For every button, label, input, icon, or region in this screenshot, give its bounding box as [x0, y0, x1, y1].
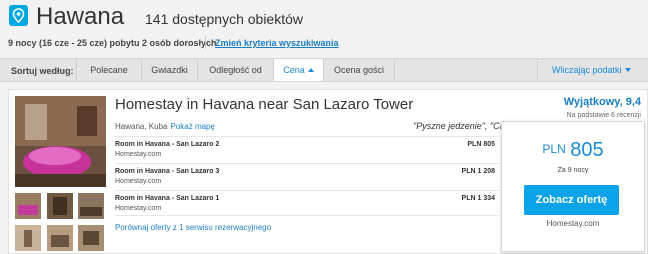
deal-site: Homestay.com — [546, 219, 600, 228]
hotel-name[interactable]: Homestay in Havana near San Lazaro Tower — [115, 96, 413, 113]
offer-name: Room in Havana - San Lazaro 2 — [115, 141, 220, 148]
rating-block[interactable]: Wyjątkowy, 9,4 Na podstawie 6 recenzji — [564, 96, 641, 119]
photo-thumbnail[interactable] — [78, 225, 104, 251]
offer-site: Homestay.com — [115, 151, 162, 158]
chevron-down-icon — [624, 68, 631, 72]
stay-info: 9 nocy (16 cze - 25 cze) pobytu 2 osób d… — [8, 38, 217, 48]
photo-thumbnail[interactable] — [15, 193, 41, 219]
offer-price: PLN 1 208 — [461, 168, 495, 175]
offer-row[interactable]: Room in Havana - San Lazaro 1 Homestay.c… — [115, 190, 499, 216]
sort-option-rating[interactable]: Ocena gości — [323, 59, 395, 81]
hotel-location: Hawana, Kuba Pokaż mapę — [115, 122, 215, 131]
offer-row[interactable]: Room in Havana - San Lazaro 2 Homestay.c… — [115, 136, 499, 162]
sort-option-stars[interactable]: Gwiazdki — [141, 59, 197, 81]
sort-option-distance[interactable]: Odległość od — [197, 59, 273, 81]
view-deal-button[interactable]: Zobacz ofertę — [524, 185, 619, 215]
search-header: Hawana 141 dostępnych obiektów 9 nocy (1… — [0, 0, 648, 60]
hotel-card: Homestay in Havana near San Lazaro Tower… — [8, 89, 648, 254]
photo-thumbnail[interactable] — [47, 225, 73, 251]
offer-name: Room in Havana - San Lazaro 3 — [115, 168, 220, 175]
offer-site: Homestay.com — [115, 178, 162, 185]
location-pin-icon — [9, 5, 28, 26]
sort-ascending-icon — [307, 68, 314, 72]
hotel-main-photo[interactable] — [15, 96, 106, 187]
compare-offers-link[interactable]: Porównaj oferty z 1 serwisu rezerwacyjne… — [115, 223, 271, 232]
offer-price: PLN 1 334 — [461, 195, 495, 202]
tax-toggle[interactable]: Wliczając podatki — [537, 59, 648, 81]
offer-row[interactable]: Room in Havana - San Lazaro 3 Homestay.c… — [115, 163, 499, 189]
rating-value: Wyjątkowy, 9,4 — [563, 96, 641, 108]
sort-label: Sortuj według: — [11, 66, 74, 76]
best-price-box: PLN 805 Za 9 nocy Zobacz ofertę Homestay… — [501, 121, 645, 252]
rating-basis: Na podstawie 6 recenzji — [566, 112, 641, 119]
property-count: 141 dostępnych obiektów — [145, 11, 303, 27]
photo-thumbnail[interactable] — [47, 193, 73, 219]
sort-bar: Sortuj według: Polecane Gwiazdki Odległo… — [0, 58, 648, 82]
best-price: PLN 805 — [542, 139, 604, 161]
offer-price: PLN 805 — [467, 141, 495, 148]
sort-option-price[interactable]: Cena — [273, 59, 323, 81]
review-quote: "Pyszne jedzenie", "Ca — [413, 121, 505, 131]
change-criteria-link[interactable]: Zmień kryteria wyszukiwania — [215, 38, 339, 48]
city-title: Hawana — [36, 3, 125, 30]
offer-name: Room in Havana - San Lazaro 1 — [115, 195, 220, 202]
show-map-link[interactable]: Pokaż mapę — [170, 122, 214, 131]
nights-label: Za 9 nocy — [557, 167, 589, 174]
sort-option-recommended[interactable]: Polecane — [76, 59, 141, 81]
photo-thumbnail[interactable] — [78, 193, 104, 219]
offer-site: Homestay.com — [115, 205, 162, 212]
photo-thumbnail[interactable] — [15, 225, 41, 251]
divider — [205, 36, 206, 49]
